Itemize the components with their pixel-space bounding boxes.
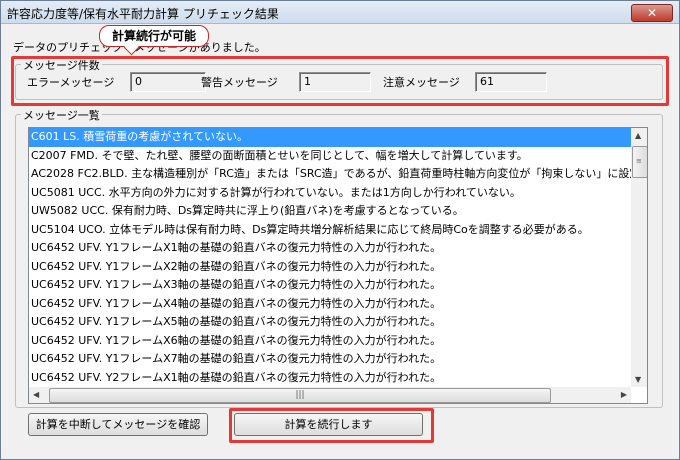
scroll-left-icon[interactable]: ◀ xyxy=(33,390,39,399)
list-item[interactable]: UC6452 UFV. Y1フレームX2軸の基礎の鉛直バネの復元力特性の入力が行… xyxy=(29,258,631,277)
title-bar[interactable]: 許容応力度等/保有水平耐力計算 プリチェック結果 ✕ xyxy=(1,1,679,24)
list-item[interactable]: UC6452 UFV. Y2フレームX1軸の基礎の鉛直バネの復元力特性の入力が行… xyxy=(29,369,631,388)
vertical-scroll-thumb[interactable]: ≡ xyxy=(632,146,647,178)
list-item[interactable]: C2007 FMD. そで壁、たれ壁、腰壁の面断面積とせいを同じとして、幅を増大… xyxy=(29,147,631,166)
scroll-up-icon[interactable]: ▲ xyxy=(635,131,641,140)
horizontal-scroll-thumb[interactable]: ||| xyxy=(49,388,551,403)
list-item[interactable]: UC6452 UFV. Y1フレームX1軸の基礎の鉛直バネの復元力特性の入力が行… xyxy=(29,239,631,258)
scroll-right-icon[interactable]: ▶ xyxy=(621,390,627,399)
vertical-scrollbar[interactable]: ▲ ≡ ▼ xyxy=(631,128,647,387)
precheck-dialog: 許容応力度等/保有水平耐力計算 プリチェック結果 ✕ データのプリチェックでメッ… xyxy=(0,0,680,460)
list-item[interactable]: UC6452 UFV. Y1フレームX5軸の基礎の鉛直バネの復元力特性の入力が行… xyxy=(29,313,631,332)
list-item[interactable]: C601 LS. 積雪荷重の考慮がされていない。 xyxy=(29,128,631,147)
continue-possible-callout: 計算続行が可能 xyxy=(99,25,210,47)
list-item[interactable]: UC5081 UCC. 水平方向の外力に対する計算が行われていない。または1方向… xyxy=(29,184,631,203)
horizontal-scrollbar[interactable]: ◀ ||| ▶ xyxy=(29,387,631,403)
message-listbox[interactable]: C601 LS. 積雪荷重の考慮がされていない。 C2007 FMD. そで壁、た… xyxy=(28,127,648,404)
list-item[interactable]: UC6452 UFV. Y1フレームX7軸の基礎の鉛直バネの復元力特性の入力が行… xyxy=(29,350,631,369)
continue-highlight-frame xyxy=(229,408,434,443)
list-item[interactable]: UC5104 UCO. 立体モデル時は保有耐力時、Ds算定時共増分解析結果に応じ… xyxy=(29,221,631,240)
list-item[interactable]: UW5082 UCC. 保有耐力時、Ds算定時共に浮上り(鉛直バネ)を考慮すると… xyxy=(29,202,631,221)
message-list: C601 LS. 積雪荷重の考慮がされていない。 C2007 FMD. そで壁、た… xyxy=(29,128,631,387)
grip-icon: ≡ xyxy=(636,157,642,165)
list-item[interactable]: UC6452 UFV. Y1フレームX3軸の基礎の鉛直バネの復元力特性の入力が行… xyxy=(29,276,631,295)
list-item[interactable]: UC6452 UFV. Y1フレームX4軸の基礎の鉛直バネの復元力特性の入力が行… xyxy=(29,295,631,314)
close-icon: ✕ xyxy=(646,6,658,20)
list-item[interactable]: UC6452 UFV. Y1フレームX6軸の基礎の鉛直バネの復元力特性の入力が行… xyxy=(29,332,631,351)
count-highlight-frame xyxy=(11,56,669,106)
message-list-legend: メッセージ一覧 xyxy=(21,107,102,123)
scroll-down-icon[interactable]: ▼ xyxy=(635,375,641,384)
close-button[interactable]: ✕ xyxy=(631,4,673,22)
window-title: 許容応力度等/保有水平耐力計算 プリチェック結果 xyxy=(7,7,279,21)
grip-icon: ||| xyxy=(295,390,305,400)
list-item[interactable]: AC2028 FC2.BLD. 主な構造種別が「RC造」または「SRC造」である… xyxy=(29,165,631,184)
abort-and-review-button[interactable]: 計算を中断してメッセージを確認 xyxy=(28,413,208,436)
